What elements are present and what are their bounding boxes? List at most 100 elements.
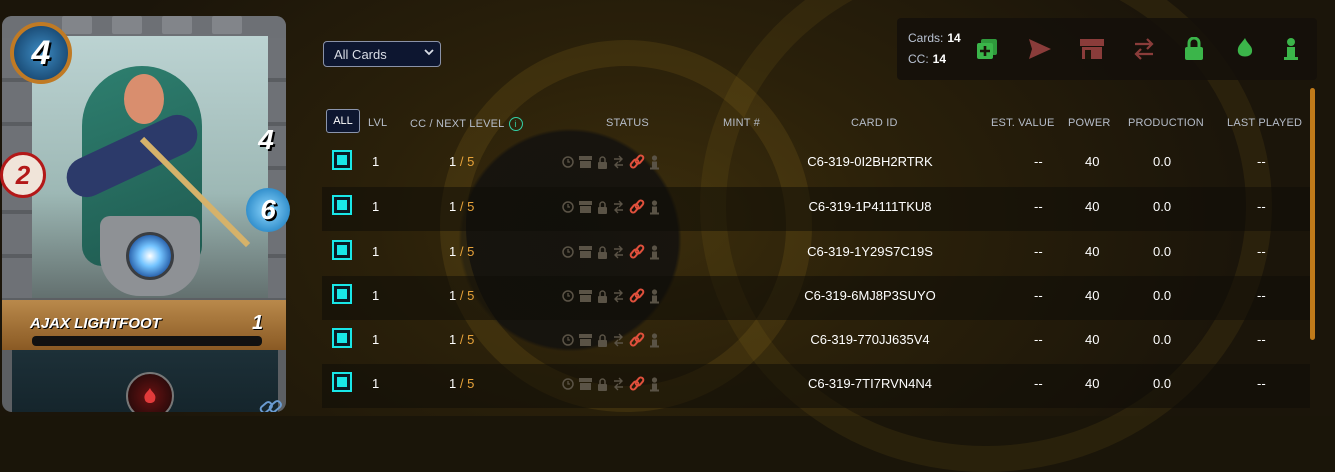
row-level: 1	[372, 332, 380, 347]
row-cc-next: 5	[467, 199, 475, 214]
send-icon[interactable]	[1027, 36, 1053, 62]
header-est-value[interactable]: EST. VALUE	[991, 117, 1055, 129]
row-checkbox[interactable]	[332, 150, 352, 170]
row-cc-next: 5	[467, 332, 475, 347]
combine-icon[interactable]	[974, 36, 1000, 62]
header-status: STATUS	[606, 117, 649, 129]
lock-icon[interactable]	[1181, 36, 1207, 62]
header-lvl[interactable]: LVL	[368, 117, 387, 129]
row-status-icons	[562, 150, 659, 174]
link-icon[interactable]	[629, 198, 645, 216]
clock-icon	[562, 246, 574, 258]
row-production: 0.0	[1153, 199, 1172, 214]
header-cc-label: CC / NEXT LEVEL	[410, 118, 505, 130]
header-last-played[interactable]: LAST PLAYED	[1227, 117, 1302, 129]
header-card-id[interactable]: CARD ID	[851, 117, 898, 129]
row-checkbox[interactable]	[332, 372, 352, 392]
row-cc-separator: /	[456, 288, 468, 303]
header-mint[interactable]: MINT #	[723, 117, 760, 129]
row-last-played: --	[1257, 154, 1266, 169]
row-power: 40	[1085, 376, 1100, 391]
transfer-icon	[614, 333, 623, 347]
market-icon	[579, 290, 592, 302]
cards-count: Cards: 14	[908, 31, 961, 45]
row-cc-separator: /	[456, 376, 468, 391]
scrollbar[interactable]	[1310, 88, 1315, 340]
row-power: 40	[1085, 244, 1100, 259]
card-frame-crenel	[162, 16, 192, 34]
lock-icon	[598, 155, 607, 169]
clock-icon	[562, 201, 574, 213]
row-card-id[interactable]: C6-319-1Y29S7C19S	[800, 244, 940, 259]
row-last-played: --	[1257, 376, 1266, 391]
row-cc-separator: /	[456, 154, 468, 169]
card-filter-select[interactable]: All Cards	[323, 41, 441, 67]
header-power[interactable]: POWER	[1068, 117, 1111, 129]
fire-icon	[126, 372, 174, 412]
market-icon	[579, 334, 592, 346]
delegate-icon[interactable]	[1278, 36, 1304, 62]
table-row[interactable]: 1 1 / 5 C6-319-0I2BH2RTRK -- 40 0.0 --	[322, 142, 1310, 186]
row-level: 1	[372, 288, 380, 303]
link-icon[interactable]	[629, 375, 645, 393]
burn-icon[interactable]	[1232, 36, 1258, 62]
table-row[interactable]: 1 1 / 5 C6-319-770JJ635V4 -- 40 0.0 --	[322, 320, 1310, 364]
link-icon[interactable]	[629, 153, 645, 171]
link-icon[interactable]	[629, 243, 645, 261]
clock-icon	[562, 156, 574, 168]
row-cc-next: 5	[467, 244, 475, 259]
row-est-value: --	[1034, 288, 1043, 303]
link-icon[interactable]	[629, 287, 645, 305]
row-power: 40	[1085, 288, 1100, 303]
row-card-id[interactable]: C6-319-6MJ8P3SUYO	[800, 288, 940, 303]
chevron-down-icon	[424, 49, 434, 56]
market-icon[interactable]	[1079, 36, 1105, 62]
row-cc-next: 5	[467, 376, 475, 391]
cc-count-value: 14	[932, 52, 947, 66]
card-frame-crenel	[212, 16, 242, 34]
row-cc: 1 / 5	[449, 154, 474, 169]
lock-icon	[598, 245, 607, 259]
header-production[interactable]: PRODUCTION	[1128, 117, 1204, 129]
row-cc: 1 / 5	[449, 288, 474, 303]
mana-stat: 4	[10, 22, 72, 84]
delegate-icon	[650, 244, 659, 259]
lock-icon	[598, 333, 607, 347]
card-gem-icon	[126, 232, 174, 280]
row-est-value: --	[1034, 154, 1043, 169]
row-production: 0.0	[1153, 244, 1172, 259]
row-level: 1	[372, 199, 380, 214]
select-all-button[interactable]: ALL	[326, 109, 360, 133]
row-card-id[interactable]: C6-319-1P4111TKU8	[800, 199, 940, 214]
card-name: AJAX LIGHTFOOT	[30, 315, 161, 332]
row-card-id[interactable]: C6-319-0I2BH2RTRK	[800, 154, 940, 169]
clock-icon	[562, 378, 574, 390]
link-icon[interactable]	[629, 331, 645, 349]
row-checkbox[interactable]	[332, 195, 352, 215]
table-row[interactable]: 1 1 / 5 C6-319-1P4111TKU8 -- 40 0.0 --	[322, 187, 1310, 231]
row-status-icons	[562, 240, 659, 264]
table-row[interactable]: 1 1 / 5 C6-319-6MJ8P3SUYO -- 40 0.0 --	[322, 276, 1310, 320]
row-est-value: --	[1034, 199, 1043, 214]
row-cc: 1 / 5	[449, 244, 474, 259]
delegate-icon	[650, 376, 659, 391]
lock-icon	[598, 289, 607, 303]
transfer-icon[interactable]	[1131, 36, 1157, 62]
row-card-id[interactable]: C6-319-770JJ635V4	[800, 332, 940, 347]
row-checkbox[interactable]	[332, 328, 352, 348]
row-card-id[interactable]: C6-319-7TI7RVN4N4	[800, 376, 940, 391]
row-cc: 1 / 5	[449, 376, 474, 391]
market-icon	[579, 156, 592, 168]
info-icon[interactable]: i	[508, 117, 523, 131]
speed-stat: 6	[246, 188, 290, 232]
delegate-icon	[650, 199, 659, 214]
row-est-value: --	[1034, 244, 1043, 259]
row-checkbox[interactable]	[332, 284, 352, 304]
table-row[interactable]: 1 1 / 5 C6-319-1Y29S7C19S -- 40 0.0 --	[322, 232, 1310, 276]
header-cc[interactable]: CC / NEXT LEVEL i	[410, 117, 523, 131]
row-production: 0.0	[1153, 288, 1172, 303]
table-row[interactable]: 1 1 / 5 C6-319-7TI7RVN4N4 -- 40 0.0 --	[322, 364, 1310, 408]
transfer-icon	[614, 155, 623, 169]
cards-count-label: Cards:	[908, 31, 944, 45]
row-checkbox[interactable]	[332, 240, 352, 260]
